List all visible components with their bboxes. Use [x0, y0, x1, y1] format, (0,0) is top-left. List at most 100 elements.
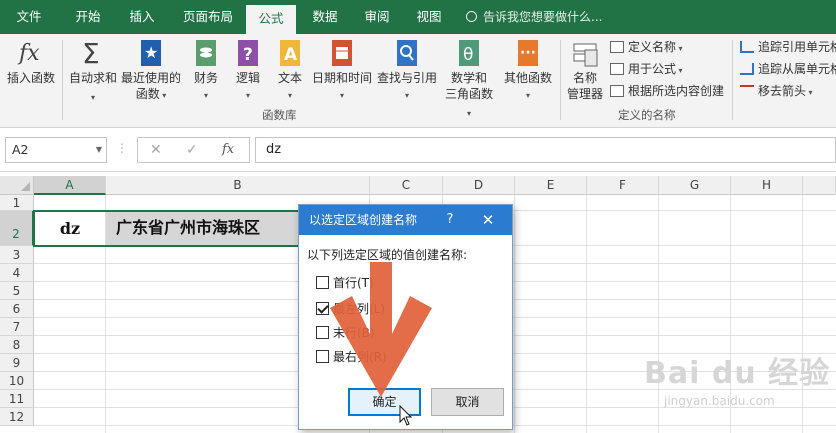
- math-trig-label-1: 数学和: [450, 71, 487, 85]
- define-name-button[interactable]: 定义名称 ▾: [610, 38, 683, 56]
- formula-tag-icon: [610, 63, 624, 75]
- trace-precedents-button[interactable]: 追踪引用单元格: [740, 38, 836, 56]
- row-header-4[interactable]: 4: [0, 264, 34, 282]
- question-book-icon: ?: [238, 40, 258, 66]
- text-button[interactable]: A 文本 ▾: [270, 38, 310, 104]
- svg-text:θ: θ: [463, 45, 473, 65]
- tab-insert[interactable]: 插入: [117, 0, 167, 34]
- svg-text:★: ★: [144, 43, 158, 62]
- tell-me-search[interactable]: 告诉我您想要做什么...: [466, 0, 602, 34]
- column-header-e[interactable]: E: [515, 176, 587, 195]
- remove-arrows-button[interactable]: 移去箭头 ▾: [740, 82, 813, 100]
- logical-button[interactable]: ? 逻辑 ▾: [228, 38, 268, 104]
- svg-text:···: ···: [520, 45, 536, 61]
- svg-text:fx: fx: [17, 41, 40, 66]
- tab-review[interactable]: 审阅: [352, 0, 402, 34]
- use-in-formula-button[interactable]: 用于公式 ▾: [610, 60, 683, 78]
- row-header-8[interactable]: 8: [0, 336, 34, 354]
- date-time-button[interactable]: 日期和时间 ▾: [310, 38, 374, 104]
- name-manager-button[interactable]: 名称 管理器: [562, 38, 608, 102]
- star-book-icon: ★: [141, 40, 161, 66]
- name-manager-label-2: 管理器: [566, 87, 603, 101]
- financial-button[interactable]: 财务 ▾: [186, 38, 226, 104]
- group-separator: [560, 40, 561, 120]
- tab-home[interactable]: 开始: [62, 0, 114, 34]
- math-trig-label-2: 三角函数: [444, 87, 493, 101]
- trace-dependents-button[interactable]: 追踪从属单元格: [740, 60, 836, 78]
- row-header-9[interactable]: 9: [0, 354, 34, 372]
- name-box[interactable]: A2 ▼: [5, 137, 107, 163]
- fx-icon: fx: [17, 41, 40, 66]
- select-all-corner[interactable]: [0, 176, 34, 195]
- fx-insert-icon[interactable]: fx: [222, 142, 234, 157]
- column-header-i[interactable]: [803, 176, 836, 195]
- tab-data[interactable]: 数据: [300, 0, 350, 34]
- cancel-button[interactable]: 取消: [431, 388, 504, 416]
- trace-dependents-icon: [740, 63, 754, 75]
- row-header-7[interactable]: 7: [0, 318, 34, 336]
- column-header-a[interactable]: A: [34, 176, 106, 195]
- row-header-10[interactable]: 10: [0, 372, 34, 390]
- tab-page-layout[interactable]: 页面布局: [172, 0, 244, 34]
- watermark: Bai du 经验 jingyan.baidu.com: [640, 330, 830, 430]
- row-header-11[interactable]: 11: [0, 390, 34, 408]
- formula-bar-grip[interactable]: ⋮: [116, 141, 128, 155]
- checkbox-box-checked[interactable]: [316, 302, 329, 315]
- lookup-reference-label: 查找与引用: [376, 71, 437, 85]
- tab-formulas[interactable]: 公式: [246, 5, 296, 34]
- group-separator: [732, 40, 733, 120]
- trace-dependents-label: 追踪从属单元格: [758, 62, 836, 76]
- insert-function-button[interactable]: fx 插入函数: [4, 38, 58, 86]
- create-from-selection-button[interactable]: 根据所选内容创建: [610, 82, 724, 100]
- row-header-1[interactable]: 1: [0, 195, 34, 211]
- text-label: 文本: [277, 71, 302, 85]
- more-book-icon: ···: [518, 40, 538, 66]
- recent-functions-label-2: 函数: [135, 87, 160, 101]
- mouse-pointer-icon: [399, 405, 413, 426]
- row-header-3[interactable]: 3: [0, 246, 34, 264]
- row-header-2[interactable]: 2: [0, 211, 34, 246]
- math-trig-button[interactable]: θ 数学和 三角函数 ▾: [442, 38, 496, 122]
- table-grid-icon: [610, 85, 624, 97]
- row-header-5[interactable]: 5: [0, 282, 34, 300]
- column-header-f[interactable]: F: [587, 176, 659, 195]
- column-header-d[interactable]: D: [443, 176, 515, 195]
- svg-text:A: A: [284, 45, 298, 65]
- dialog-prompt: 以下列选定区域的值创建名称:: [307, 248, 468, 262]
- more-functions-label: 其他函数: [503, 71, 552, 85]
- column-header-g[interactable]: G: [659, 176, 731, 195]
- svg-text:Σ: Σ: [82, 38, 100, 68]
- name-manager-icon: [573, 43, 598, 67]
- formula-input[interactable]: dz: [255, 137, 836, 163]
- column-header-c[interactable]: C: [370, 176, 443, 195]
- remove-arrows-icon: [740, 85, 754, 97]
- dialog-title: 以选定区域创建名称: [309, 213, 418, 227]
- checkbox-box[interactable]: [316, 350, 329, 363]
- ribbon-tab-bar: 文件 开始 插入 页面布局 公式 数据 审阅 视图 告诉我您想要做什么...: [0, 0, 836, 34]
- checkbox-box[interactable]: [316, 276, 329, 289]
- define-name-label: 定义名称: [628, 40, 677, 54]
- lookup-reference-button[interactable]: 查找与引用 ▾: [376, 38, 438, 104]
- theta-book-icon: θ: [459, 40, 479, 66]
- row-header-12[interactable]: 12: [0, 408, 34, 426]
- tab-file[interactable]: 文件: [4, 0, 54, 34]
- watermark-brand: Bai du 经验: [644, 356, 831, 391]
- more-functions-button[interactable]: ··· 其他函数 ▾: [500, 38, 556, 104]
- autosum-button[interactable]: Σ 自动求和 ▾: [66, 38, 120, 106]
- tell-me-text: 告诉我您想要做什么...: [483, 10, 603, 24]
- logical-label: 逻辑: [235, 71, 260, 85]
- chevron-down-icon[interactable]: ▼: [96, 138, 102, 162]
- tab-view[interactable]: 视图: [404, 0, 454, 34]
- help-button[interactable]: ?: [440, 205, 460, 235]
- use-in-formula-label: 用于公式: [628, 62, 677, 76]
- cancel-x-icon[interactable]: ✕: [150, 142, 162, 158]
- text-book-icon: A: [280, 40, 300, 66]
- column-header-h[interactable]: H: [731, 176, 803, 195]
- column-header-b[interactable]: B: [106, 176, 370, 195]
- formula-bar: A2 ▼ ⋮ ✕ ✓ fx dz: [0, 128, 836, 172]
- checkbox-box[interactable]: [316, 326, 329, 339]
- recent-functions-button[interactable]: ★ 最近使用的 函数 ▾: [120, 38, 182, 104]
- row-header-6[interactable]: 6: [0, 300, 34, 318]
- enter-check-icon[interactable]: ✓: [186, 142, 198, 158]
- close-icon[interactable]: ✕: [477, 205, 499, 235]
